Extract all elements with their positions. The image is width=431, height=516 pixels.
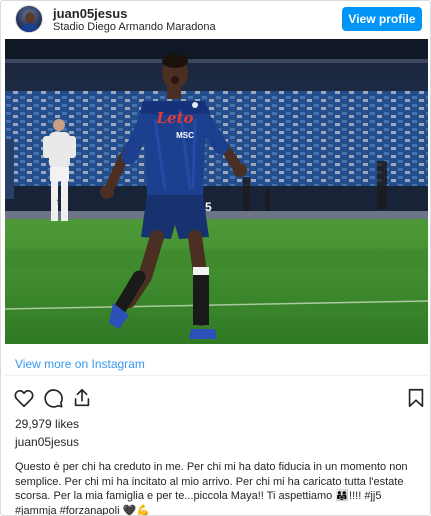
svg-text:Leto: Leto (155, 109, 193, 127)
caption-line: semplice. Per chi mi ha incitato al mio … (15, 475, 404, 488)
likes-count[interactable]: 29,979 likes (15, 417, 79, 431)
share-icon[interactable] (71, 387, 93, 409)
pitch (5, 219, 428, 344)
location-link[interactable]: Stadio Diego Armando Maradona (53, 21, 216, 33)
avatar[interactable] (15, 5, 43, 33)
instagram-embed-card: juan05jesus Stadio Diego Armando Maradon… (0, 0, 431, 516)
caption-username[interactable]: juan05jesus (15, 435, 79, 449)
post-photo[interactable]: 9 Leto MSC 5 (5, 39, 428, 344)
caption-line: scorsa. Per la mia famiglia e per te...p… (15, 490, 382, 502)
svg-text:5: 5 (205, 200, 212, 214)
bookmark-icon[interactable] (405, 387, 427, 409)
comment-icon[interactable] (42, 387, 64, 409)
photo-illustration: 9 Leto MSC 5 (5, 39, 428, 344)
post-header: juan05jesus Stadio Diego Armando Maradon… (1, 1, 430, 37)
svg-text:9: 9 (57, 199, 61, 206)
view-profile-button[interactable]: View profile (342, 7, 422, 31)
heart-icon[interactable] (13, 387, 35, 409)
divider (5, 375, 428, 376)
avatar-body (20, 23, 40, 32)
svg-text:MSC: MSC (176, 131, 194, 140)
post-actions (1, 387, 430, 411)
caption-line: Questo è per chi ha creduto in me. Per c… (15, 461, 408, 473)
username-link[interactable]: juan05jesus (53, 6, 127, 21)
caption-line: #jammja #forzanapoli 🖤💪 (15, 504, 151, 516)
view-more-link[interactable]: View more on Instagram (15, 357, 145, 371)
post-caption: Questo è per chi ha creduto in me. Per c… (15, 460, 415, 516)
